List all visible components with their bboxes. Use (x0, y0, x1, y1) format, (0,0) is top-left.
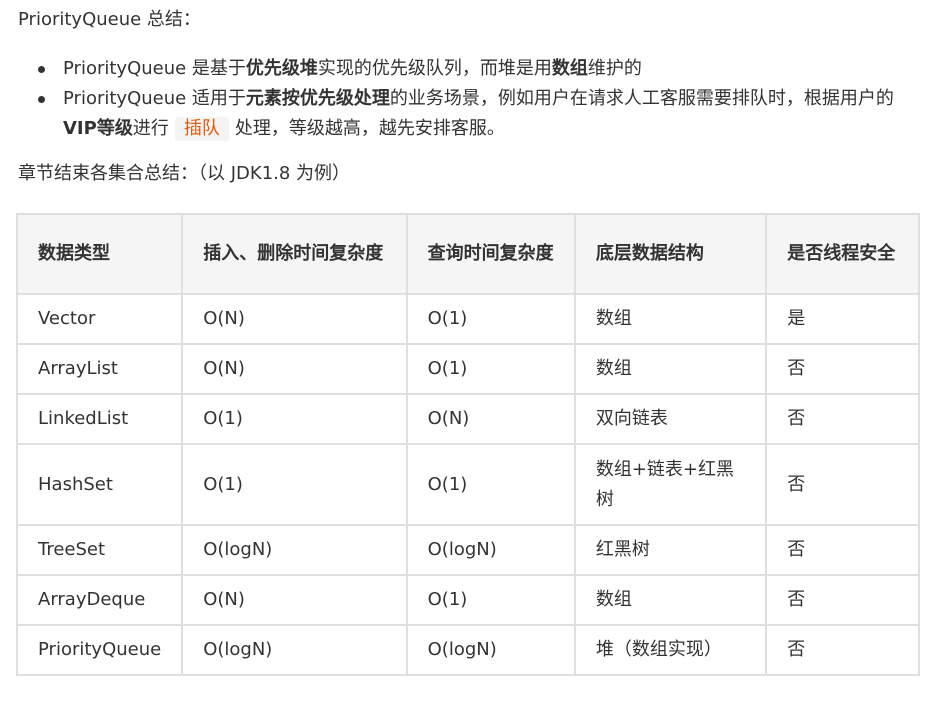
cell-data-type: PriorityQueue (15, 624, 184, 676)
summary-heading: PriorityQueue 总结： (18, 9, 201, 30)
cell-structure: 堆（数组实现） (573, 624, 768, 676)
collections-summary-table: 数据类型 插入、删除时间复杂度 查询时间复杂度 底层数据结构 是否线程安全 Ve… (15, 213, 920, 676)
table-row: ArrayList O(N) O(1) 数组 否 (15, 343, 920, 395)
cell-insert-delete: O(N) (181, 574, 408, 626)
cell-data-type: ArrayDeque (15, 574, 184, 626)
cell-query: O(1) (405, 293, 576, 345)
cell-insert-delete: O(logN) (181, 624, 408, 676)
bullet-text: 处理，等级越高，越先安排客服。 (234, 118, 505, 139)
bullet-item-heap: PriorityQueue 是基于优先级堆实现的优先级队列，而堆是用数组维护的 (0, 54, 932, 84)
header-underlying-structure: 底层数据结构 (573, 213, 768, 295)
table-row: ArrayDeque O(N) O(1) 数组 否 (15, 574, 920, 626)
cell-thread-safe: 否 (765, 393, 920, 445)
bullet-bold-text: VIP等级 (63, 118, 133, 139)
cell-query: O(logN) (405, 524, 576, 576)
bullet-text: 实现的优先级队列，而堆是用 (317, 58, 552, 79)
cell-structure: 数组 (573, 293, 768, 345)
table-row: TreeSet O(logN) O(logN) 红黑树 否 (15, 524, 920, 576)
bullet-text: 维护的 (587, 58, 642, 79)
bullet-dot-icon (38, 66, 45, 73)
cell-thread-safe: 是 (765, 293, 920, 345)
cell-thread-safe: 否 (765, 343, 920, 395)
table-row: Vector O(N) O(1) 数组 是 (15, 293, 920, 345)
cell-data-type: LinkedList (15, 393, 184, 445)
chapter-summary-note: 章节结束各集合总结：（以 JDK1.8 为例） (18, 163, 351, 184)
cell-thread-safe: 否 (765, 524, 920, 576)
bullet-bold-text: 元素按优先级处理 (245, 88, 390, 109)
bullet-bold-text: 数组 (551, 58, 588, 79)
cell-data-type: TreeSet (15, 524, 184, 576)
bullet-dot-icon (38, 96, 45, 103)
cell-thread-safe: 否 (765, 574, 920, 626)
bullet-text: 进行 (132, 118, 169, 139)
header-insert-delete-complexity: 插入、删除时间复杂度 (181, 213, 408, 295)
cell-insert-delete: O(1) (181, 443, 408, 526)
cell-query: O(1) (405, 343, 576, 395)
bullet-item-use-case: PriorityQueue 适用于元素按优先级处理的业务场景，例如用户在请求人工… (0, 84, 932, 144)
cell-structure: 红黑树 (573, 524, 768, 576)
cell-data-type: Vector (15, 293, 184, 345)
cell-insert-delete: O(1) (181, 393, 408, 445)
cell-structure: 数组 (573, 343, 768, 395)
bullet-text: PriorityQueue 适用于 (63, 88, 246, 109)
bullet-text: 的业务场景，例如用户在请求人工客服需要排队时，根据用户的 (389, 88, 894, 109)
cell-query: O(logN) (405, 624, 576, 676)
cell-thread-safe: 否 (765, 443, 920, 526)
cell-structure: 双向链表 (573, 393, 768, 445)
bullet-text: PriorityQueue 是基于 (63, 58, 246, 79)
cell-insert-delete: O(logN) (181, 524, 408, 576)
bullet-bold-text: 优先级堆 (245, 58, 318, 79)
header-query-complexity: 查询时间复杂度 (405, 213, 576, 295)
cell-insert-delete: O(N) (181, 293, 408, 345)
table-row: LinkedList O(1) O(N) 双向链表 否 (15, 393, 920, 445)
cell-query: O(1) (405, 443, 576, 526)
header-thread-safe: 是否线程安全 (765, 213, 920, 295)
cell-data-type: ArrayList (15, 343, 184, 395)
table-row: PriorityQueue O(logN) O(logN) 堆（数组实现） 否 (15, 624, 920, 676)
table-header-row: 数据类型 插入、删除时间复杂度 查询时间复杂度 底层数据结构 是否线程安全 (15, 213, 920, 295)
cell-data-type: HashSet (15, 443, 184, 526)
summary-bullet-list: PriorityQueue 是基于优先级堆实现的优先级队列，而堆是用数组维护的 … (0, 54, 932, 144)
cell-structure: 数组+链表+红黑树 (573, 443, 768, 526)
table-row: HashSet O(1) O(1) 数组+链表+红黑树 否 (15, 443, 920, 526)
cell-query: O(1) (405, 574, 576, 626)
cell-structure: 数组 (573, 574, 768, 626)
cell-thread-safe: 否 (765, 624, 920, 676)
cell-query: O(N) (405, 393, 576, 445)
cell-insert-delete: O(N) (181, 343, 408, 395)
header-data-type: 数据类型 (15, 213, 184, 295)
inline-code: 插队 (174, 117, 229, 141)
